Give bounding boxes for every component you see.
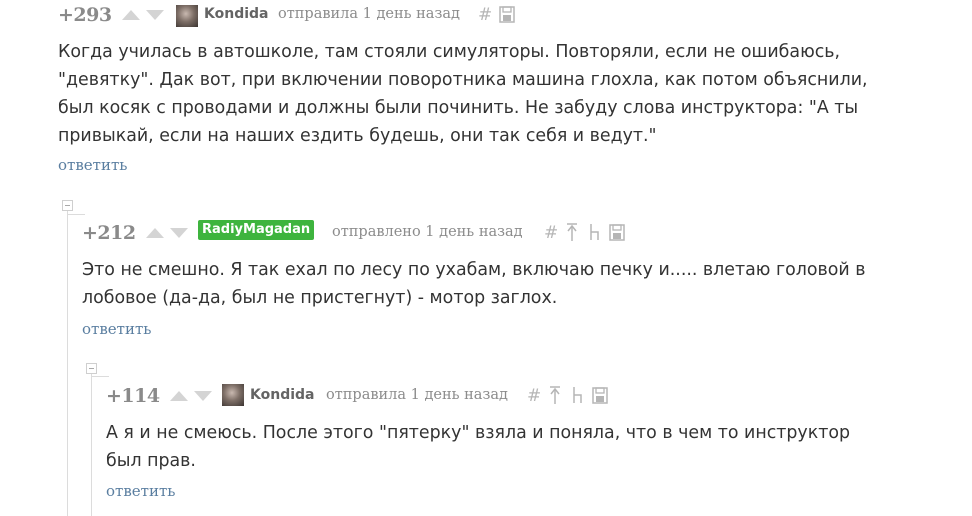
comment-rating: +293 [58, 4, 112, 26]
vote-down-icon[interactable] [170, 228, 188, 238]
thread-branch-level-2 [91, 376, 109, 377]
vote-down-icon[interactable] [194, 391, 212, 401]
comment: +114 Kondida отправила 1 день назад # А … [0, 381, 972, 516]
comment-timestamp: отправила 1 день назад [278, 6, 460, 22]
reply-link[interactable]: ответить [82, 320, 151, 338]
save-icon[interactable] [592, 387, 608, 404]
vote-up-icon[interactable] [122, 10, 140, 20]
branch-icon[interactable] [572, 386, 584, 404]
comment-rating: +114 [106, 385, 160, 407]
comment-text: Это не смешно. Я так ехал по лесу по уха… [82, 260, 866, 308]
hash-icon[interactable]: # [544, 224, 558, 242]
hash-icon[interactable]: # [478, 6, 492, 24]
save-icon[interactable] [499, 6, 515, 23]
vote-down-icon[interactable] [146, 10, 164, 20]
parent-link-icon[interactable] [549, 385, 561, 405]
reply-link[interactable]: ответить [106, 482, 175, 500]
hash-icon[interactable]: # [527, 387, 541, 405]
comment-timestamp: отправила 1 день назад [326, 387, 508, 403]
author-name[interactable]: Kondida [204, 6, 268, 22]
reply-link[interactable]: ответить [58, 156, 127, 174]
vote-up-icon[interactable] [146, 228, 164, 238]
comment: +212 RadiyMagadan отправлено 1 день наза… [0, 218, 972, 358]
thread-branch-level-1 [67, 214, 85, 215]
author-name[interactable]: Kondida [250, 387, 314, 403]
branch-icon[interactable] [589, 223, 601, 241]
comment-text: Когда училась в автошколе, там стояли си… [58, 42, 868, 146]
comment-rating: +212 [82, 222, 136, 244]
avatar[interactable] [176, 5, 198, 27]
comment: +293 Kondida отправила 1 день назад # Ко… [0, 0, 972, 190]
vote-up-icon[interactable] [170, 391, 188, 401]
author-name[interactable]: RadiyMagadan [198, 220, 315, 240]
save-icon[interactable] [609, 224, 625, 241]
avatar[interactable] [222, 384, 244, 406]
parent-link-icon[interactable] [566, 222, 578, 242]
collapse-toggle[interactable] [62, 200, 73, 211]
collapse-toggle[interactable] [86, 363, 97, 374]
comment-timestamp: отправлено 1 день назад [332, 224, 523, 240]
comment-text: А я и не смеюсь. После этого "пятерку" в… [106, 423, 851, 471]
